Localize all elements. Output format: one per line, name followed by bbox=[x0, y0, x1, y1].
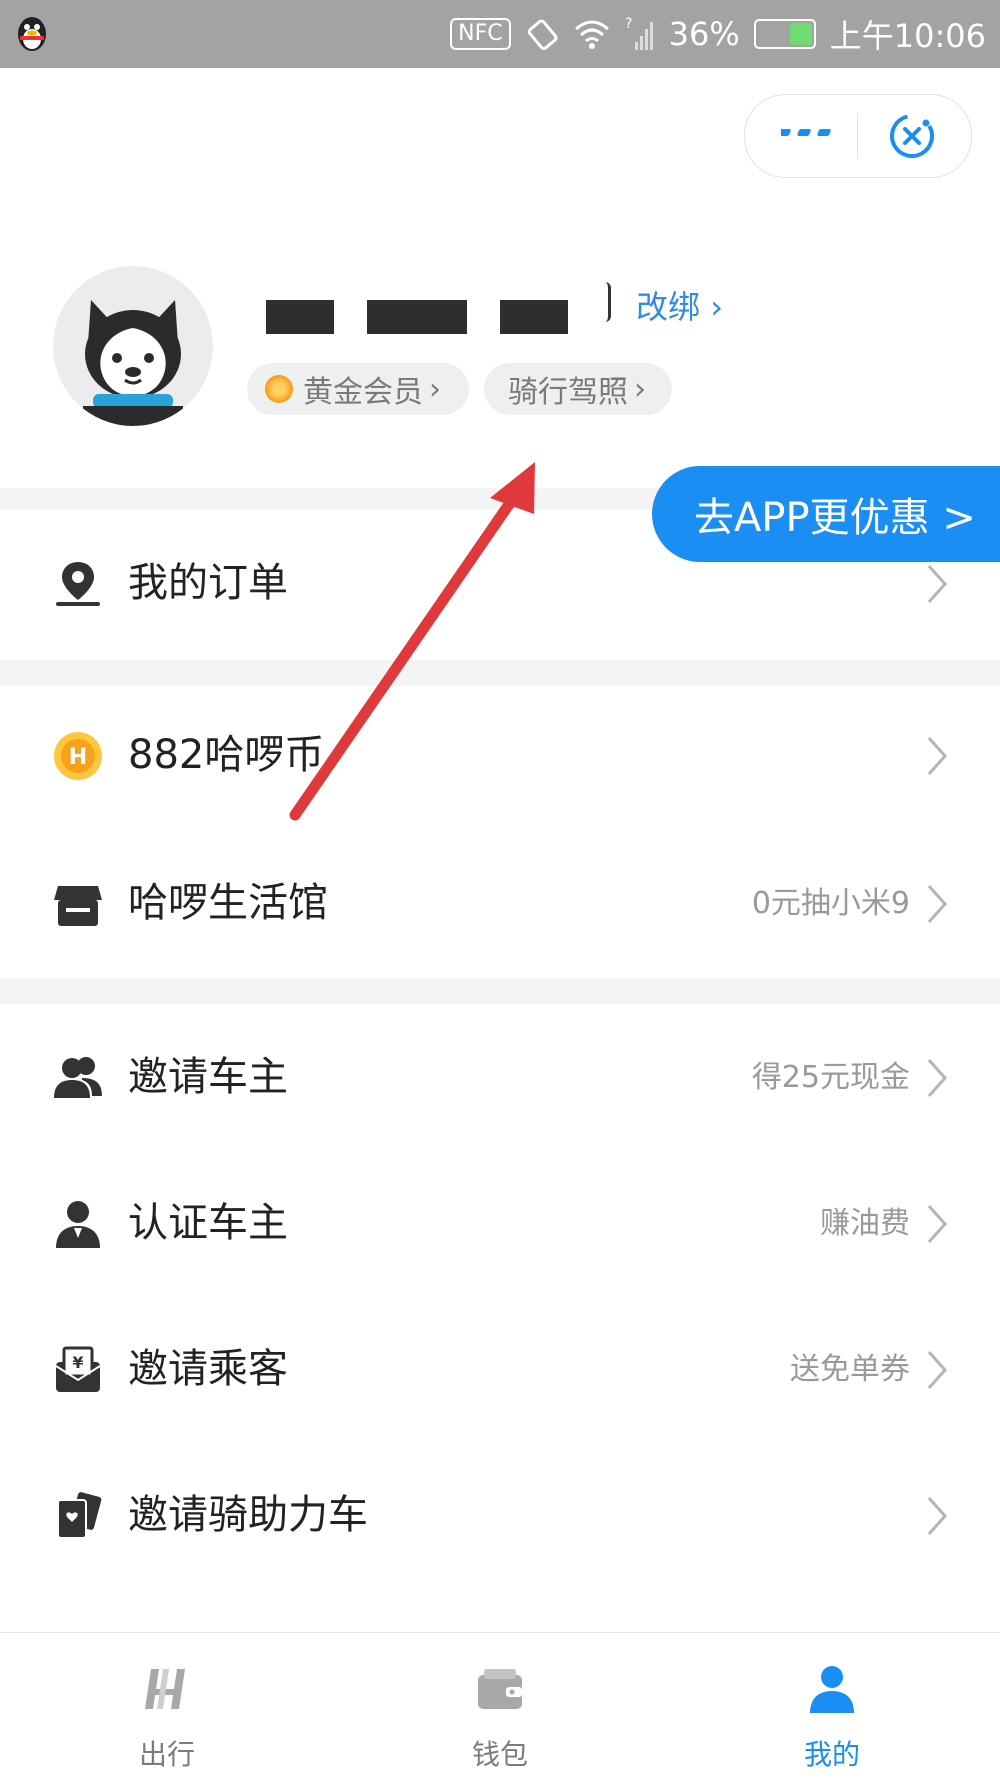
section-divider bbox=[0, 978, 1000, 1004]
menu-item-invite-ebike[interactable]: 邀请骑助力车 bbox=[0, 1460, 1000, 1570]
gold-coin-icon bbox=[265, 375, 293, 403]
tab-label: 钱包 bbox=[471, 1738, 528, 1771]
qq-penguin-icon bbox=[18, 17, 46, 51]
more-icon[interactable] bbox=[781, 119, 837, 149]
cards-icon bbox=[57, 1492, 102, 1539]
rebind-phone-link[interactable]: 改绑 › bbox=[636, 282, 723, 328]
menu-label: 哈啰生活馆 bbox=[128, 880, 328, 926]
redacted-name-edge bbox=[602, 282, 611, 322]
chevron-right-icon bbox=[927, 1351, 948, 1389]
menu-sub-label: 0元抽小米9 bbox=[751, 886, 910, 921]
tab-mine[interactable]: 我的 bbox=[732, 1633, 932, 1779]
signal-icon: ? bbox=[625, 16, 653, 50]
user-icon bbox=[810, 1666, 854, 1713]
wallet-icon bbox=[478, 1669, 522, 1709]
menu-item-invite-owner[interactable]: 邀请车主 得25元现金 bbox=[0, 1022, 1000, 1132]
wifi-icon bbox=[574, 20, 609, 49]
bottom-tab-bar: 出行 钱包 我的 bbox=[0, 1632, 1000, 1779]
chevron-right-icon bbox=[927, 1497, 948, 1535]
tab-label: 出行 bbox=[138, 1738, 195, 1771]
member-badge-label: 黄金会员 bbox=[303, 375, 423, 410]
rotate-lock-icon bbox=[527, 19, 558, 51]
menu-label: 认证车主 bbox=[128, 1200, 288, 1246]
chevron-right-icon bbox=[927, 1059, 948, 1097]
redacted-name-2 bbox=[367, 300, 467, 334]
svg-text:¥: ¥ bbox=[72, 1353, 83, 1372]
hellobike-logo-icon bbox=[145, 1669, 185, 1709]
location-pin-icon bbox=[56, 562, 100, 606]
chevron-right-icon: › bbox=[710, 288, 723, 326]
menu-item-invite-passenger[interactable]: ¥ 邀请乘客 送免单券 bbox=[0, 1314, 1000, 1424]
menu-label: 邀请乘客 bbox=[128, 1346, 288, 1392]
users-icon bbox=[54, 1057, 102, 1098]
chevron-right-icon: › bbox=[634, 371, 646, 407]
battery-percent: 36% bbox=[668, 15, 740, 53]
gold-member-badge[interactable]: 黄金会员 › bbox=[247, 363, 469, 415]
store-icon bbox=[54, 886, 102, 926]
redacted-name-1 bbox=[266, 300, 334, 334]
menu-label: 邀请骑助力车 bbox=[128, 1492, 368, 1538]
riding-license-badge[interactable]: 骑行驾照 › bbox=[484, 363, 672, 415]
chevron-right-icon: › bbox=[429, 371, 441, 407]
menu-item-life-store[interactable]: 哈啰生活馆 0元抽小米9 bbox=[0, 848, 1000, 958]
svg-text:?: ? bbox=[625, 16, 632, 32]
avatar[interactable] bbox=[53, 266, 213, 426]
redacted-name-3 bbox=[500, 300, 568, 334]
chevron-right-icon bbox=[927, 885, 948, 923]
chevron-right-icon bbox=[927, 1205, 948, 1243]
menu-label: 我的订单 bbox=[128, 560, 288, 606]
menu-sub-label: 赚油费 bbox=[820, 1206, 910, 1241]
section-divider bbox=[0, 660, 1000, 686]
menu-sub-label: 得25元现金 bbox=[751, 1060, 910, 1095]
clock: 上午10:06 bbox=[829, 17, 986, 55]
close-miniprogram-icon[interactable] bbox=[887, 111, 937, 161]
hello-coin-icon: H bbox=[54, 732, 102, 780]
menu-label: 邀请车主 bbox=[128, 1054, 288, 1100]
status-bar: NFC ? 36% 上午10:06 bbox=[0, 0, 1000, 68]
menu-item-my-orders[interactable]: 我的订单 bbox=[0, 528, 1000, 638]
tab-travel[interactable]: 出行 bbox=[67, 1633, 267, 1779]
tab-wallet[interactable]: 钱包 bbox=[400, 1633, 600, 1779]
miniprogram-capsule bbox=[744, 94, 972, 178]
menu-item-verify-owner[interactable]: 认证车主 赚油费 bbox=[0, 1168, 1000, 1278]
husky-avatar-icon bbox=[83, 300, 183, 426]
tab-label: 我的 bbox=[803, 1738, 860, 1771]
menu-label: 882哈啰币 bbox=[128, 732, 325, 778]
menu-sub-label: 送免单券 bbox=[790, 1352, 910, 1387]
battery-icon bbox=[753, 19, 816, 49]
chevron-right-icon bbox=[927, 737, 948, 775]
red-envelope-icon: ¥ bbox=[55, 1346, 101, 1392]
license-badge-label: 骑行驾照 bbox=[508, 375, 628, 410]
nfc-indicator: NFC bbox=[450, 18, 511, 50]
svg-text:H: H bbox=[69, 745, 87, 770]
rebind-label: 改绑 bbox=[636, 288, 701, 326]
driver-icon bbox=[56, 1201, 100, 1248]
capsule-divider bbox=[857, 113, 858, 159]
menu-item-coins[interactable]: H 882哈啰币 bbox=[0, 700, 1000, 810]
chevron-right-icon bbox=[927, 565, 948, 603]
